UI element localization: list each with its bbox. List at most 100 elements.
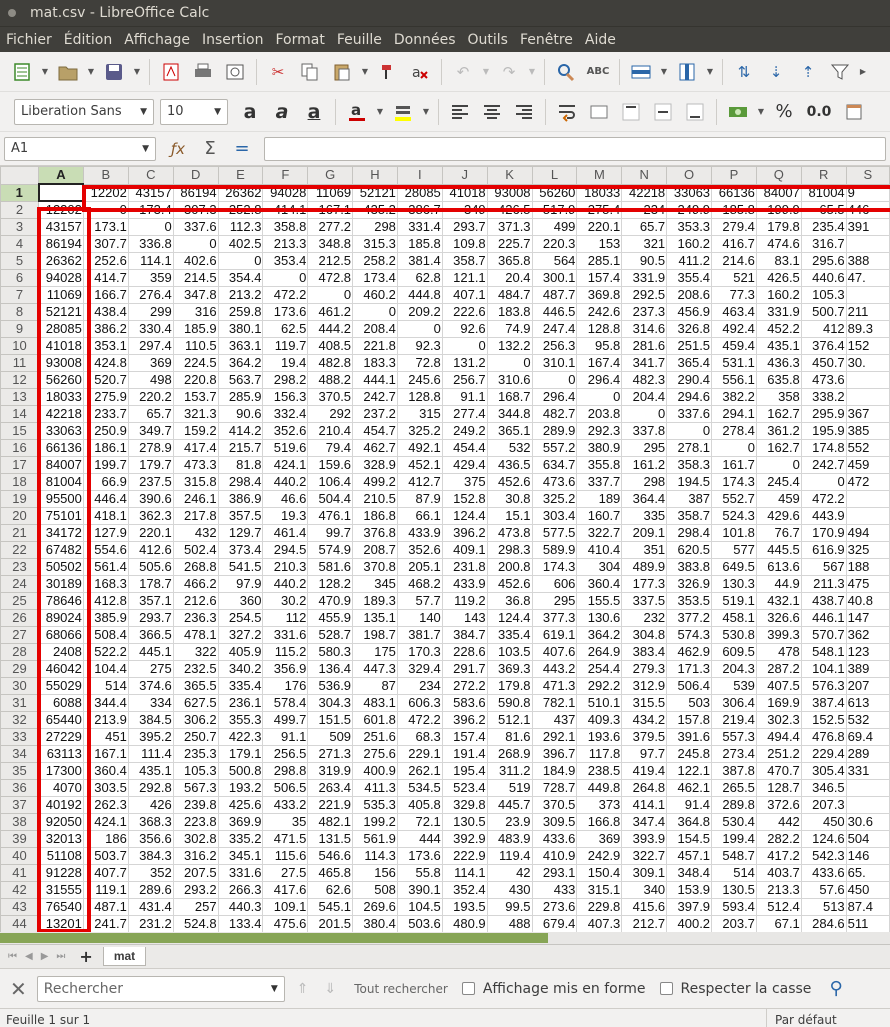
font-color-icon[interactable]: a — [345, 100, 369, 124]
row-header[interactable]: 42 — [0, 881, 39, 899]
cell[interactable]: 213.2 — [217, 286, 264, 304]
clear-formatting-icon[interactable]: a — [408, 60, 432, 84]
cell[interactable]: 528.7 — [307, 626, 354, 644]
cell[interactable]: 519.6 — [262, 439, 309, 457]
cell[interactable]: 387 — [666, 490, 713, 508]
cell[interactable]: 442 — [755, 813, 802, 831]
clone-formatting-icon[interactable] — [376, 60, 400, 84]
row-header[interactable]: 18 — [0, 473, 39, 491]
cell[interactable]: 410.9 — [531, 847, 578, 865]
cell[interactable]: 514 — [82, 677, 129, 695]
cell[interactable]: 115.2 — [262, 643, 309, 661]
cell[interactable]: 295.6 — [800, 252, 847, 270]
cell[interactable]: 186 — [82, 830, 129, 848]
cell[interactable]: 65. — [845, 864, 890, 882]
cell[interactable]: 386.9 — [217, 490, 264, 508]
cell[interactable]: 262.1 — [396, 762, 443, 780]
cell[interactable]: 310.1 — [531, 354, 578, 372]
cell[interactable]: 335.4 — [217, 677, 264, 695]
cell[interactable]: 225.7 — [486, 235, 533, 253]
cell[interactable]: 104.4 — [82, 660, 129, 678]
cell[interactable]: 275.4 — [576, 200, 623, 219]
cell[interactable]: 277.4 — [441, 405, 488, 423]
cell[interactable]: 613 — [845, 694, 890, 712]
cell[interactable]: 295 — [531, 592, 578, 610]
cell[interactable]: 84007 — [38, 456, 84, 474]
cell[interactable]: 27.5 — [262, 864, 309, 882]
cell[interactable]: 241.7 — [82, 915, 129, 933]
cell[interactable]: 303.5 — [82, 779, 129, 797]
cell[interactable]: 111.4 — [127, 745, 174, 763]
cell[interactable]: 478.1 — [172, 626, 219, 644]
cell[interactable]: 473.3 — [172, 456, 219, 474]
cell[interactable]: 62.8 — [396, 269, 443, 287]
cell[interactable]: 219.4 — [711, 711, 757, 729]
cell[interactable]: 83.1 — [755, 252, 802, 270]
cell[interactable]: 36.8 — [486, 592, 533, 610]
cell[interactable]: 425.6 — [217, 796, 264, 814]
cell[interactable]: 295 — [621, 439, 668, 457]
cell[interactable]: 418.1 — [82, 507, 129, 525]
cell[interactable]: 268.9 — [486, 745, 533, 763]
cell[interactable]: 414.1 — [262, 200, 309, 219]
cell[interactable]: 452.6 — [486, 473, 533, 491]
column-header[interactable]: E — [217, 166, 264, 185]
cell[interactable]: 325.2 — [396, 422, 443, 440]
cell[interactable]: 360.4 — [576, 575, 623, 593]
cell[interactable]: 508 — [352, 881, 398, 899]
cell[interactable]: 483.1 — [352, 694, 398, 712]
cell[interactable]: 259.8 — [217, 303, 264, 321]
row-header[interactable]: 36 — [0, 779, 39, 797]
align-top-icon[interactable] — [619, 100, 643, 124]
cell[interactable]: 407.3 — [576, 915, 623, 933]
cell[interactable]: 19.4 — [262, 354, 309, 372]
cell[interactable]: 199.7 — [82, 456, 129, 474]
cell[interactable]: 564 — [531, 252, 578, 270]
cell[interactable]: 104.5 — [396, 898, 443, 916]
save-icon[interactable] — [102, 60, 126, 84]
cell[interactable]: 492.4 — [711, 320, 757, 338]
cell[interactable]: 534.5 — [396, 779, 443, 797]
cell[interactable]: 133.4 — [217, 915, 264, 933]
column-header[interactable]: F — [262, 166, 309, 185]
cell[interactable]: 488 — [486, 915, 533, 933]
cell[interactable]: 87.4 — [845, 898, 890, 916]
formatted-display-checkbox[interactable] — [461, 982, 475, 995]
decimal-format-icon[interactable]: 0.0 — [804, 100, 834, 124]
column-header[interactable]: H — [352, 166, 398, 185]
cell[interactable]: 66.9 — [82, 473, 129, 491]
cell[interactable]: 140 — [396, 609, 443, 627]
cell[interactable]: 0 — [307, 286, 354, 304]
cell[interactable]: 574.3 — [666, 626, 713, 644]
cell[interactable]: 101.8 — [711, 524, 757, 542]
cell[interactable]: 0 — [800, 473, 847, 491]
cell[interactable]: 167.1 — [307, 200, 354, 219]
cell[interactable]: 369 — [127, 354, 174, 372]
menu-item-6[interactable]: Données — [388, 32, 462, 48]
cell[interactable]: 426.5 — [486, 200, 533, 219]
cell[interactable]: 189 — [576, 490, 623, 508]
cell[interactable]: 620.5 — [666, 541, 713, 559]
cell[interactable]: 440.6 — [800, 269, 847, 287]
cell[interactable]: 30. — [845, 354, 890, 372]
cell[interactable]: 430 — [486, 881, 533, 899]
cell[interactable]: 0 — [711, 439, 757, 457]
cell[interactable]: 51108 — [38, 847, 84, 865]
cell[interactable]: 91.1 — [262, 728, 309, 746]
cell[interactable] — [845, 388, 890, 406]
cell[interactable]: 291.7 — [441, 660, 488, 678]
chevron-down-icon[interactable]: ▼ — [140, 107, 147, 117]
undo-icon[interactable]: ↶ — [451, 60, 475, 84]
cell[interactable]: 275 — [127, 660, 174, 678]
cell[interactable]: 337.8 — [621, 422, 668, 440]
cell[interactable]: 294.6 — [666, 388, 713, 406]
cell[interactable]: 97.7 — [621, 745, 668, 763]
cell[interactable]: 365.8 — [486, 252, 533, 270]
column-header[interactable]: O — [666, 166, 713, 185]
cell[interactable]: 254.4 — [576, 660, 623, 678]
cell[interactable]: 276.4 — [127, 286, 174, 304]
cell[interactable]: 210.4 — [307, 422, 354, 440]
cell[interactable]: 482.1 — [307, 813, 354, 831]
cell[interactable]: 348.4 — [666, 864, 713, 882]
cell[interactable]: 316.7 — [800, 235, 847, 253]
